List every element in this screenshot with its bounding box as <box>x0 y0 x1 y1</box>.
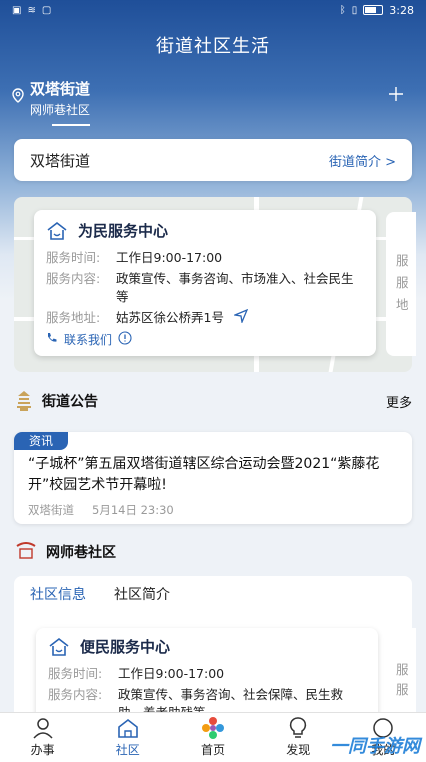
street-card-name: 双塔街道 <box>30 151 91 170</box>
navigate-icon[interactable] <box>232 308 249 328</box>
bluetooth-icon: ᛒ <box>339 4 346 16</box>
community-hours-value: 工作日9:00-17:00 <box>118 666 225 681</box>
street-intro-link[interactable]: 街道简介 > <box>329 151 396 170</box>
community-logo-icon <box>14 540 38 564</box>
notice-date: 5月14日 23:30 <box>92 503 174 517</box>
location-street: 双塔街道 <box>30 80 91 98</box>
nav-tasks[interactable]: 办事 <box>0 713 85 762</box>
vibrate-icon: ▯ <box>351 4 358 16</box>
community-icon <box>116 715 140 741</box>
pagoda-icon <box>14 390 34 412</box>
content-value: 政策宣传、事务咨询、市场准入、社会民生等 <box>116 271 354 304</box>
home-flower-icon <box>200 715 226 741</box>
community-header: 网师巷社区 <box>14 540 412 564</box>
notice-text: “子城杯”第五届双塔街道辖区综合运动会暨2021“紫藤花开”校园艺术节开幕啦! <box>28 456 380 493</box>
location-underline <box>52 124 90 126</box>
contact-us-label: 联系我们 <box>64 333 113 347</box>
status-time: 3:28 <box>389 3 414 17</box>
sim-icon: ▣ <box>12 4 22 16</box>
nav-label: 社区 <box>115 743 140 757</box>
notification-icon: ▢ <box>41 4 52 16</box>
info-icon <box>118 331 132 348</box>
peek-line: 服 <box>396 662 409 677</box>
street-card[interactable]: 双塔街道 街道简介 > <box>14 139 412 181</box>
community-title: 网师巷社区 <box>46 545 116 561</box>
content-label: 服务内容: <box>46 271 101 286</box>
battery-icon <box>363 5 384 15</box>
news-tag: 资讯 <box>14 432 68 450</box>
tab-community-info[interactable]: 社区信息 <box>30 584 86 604</box>
hours-label: 服务时间: <box>46 250 101 265</box>
peek-line: 服 <box>396 682 409 697</box>
notice-card[interactable]: 资讯 “子城杯”第五届双塔街道辖区综合运动会暨2021“紫藤花开”校园艺术节开幕… <box>14 432 412 524</box>
hours-value: 工作日9:00-17:00 <box>116 250 223 265</box>
phone-icon <box>46 332 58 347</box>
community-center-title: 便民服务中心 <box>80 638 171 656</box>
address-value: 姑苏区徐公桥弄1号 <box>116 310 224 325</box>
service-center-card[interactable]: 为民服务中心 服务时间: 工作日9:00-17:00 服务内容: 政策宣传、事务… <box>34 210 376 356</box>
nav-discover[interactable]: 发现 <box>256 713 341 762</box>
contact-us-button[interactable]: 联系我们 <box>46 331 364 348</box>
service-center-icon <box>46 221 68 241</box>
location-community: 网师巷社区 <box>30 103 91 117</box>
lightbulb-icon <box>287 715 309 741</box>
nav-community[interactable]: 社区 <box>85 713 170 762</box>
tab-community-intro[interactable]: 社区简介 <box>114 584 170 604</box>
announcements-header: 街道公告 更多 <box>14 390 412 412</box>
wifi-icon: ≋ <box>27 4 36 16</box>
more-link[interactable]: 更多 <box>386 392 412 411</box>
user-icon <box>31 715 55 741</box>
announcements-title: 街道公告 <box>42 394 98 410</box>
peek-line: 地 <box>396 297 409 312</box>
nav-label: 发现 <box>286 743 311 757</box>
add-location-button[interactable] <box>388 80 404 108</box>
nav-label: 首页 <box>201 743 226 757</box>
community-center-icon <box>48 637 70 657</box>
nav-home[interactable]: 首页 <box>170 713 255 762</box>
peek-line: 服 <box>396 275 409 290</box>
status-bar: ▣ ≋ ▢ ᛒ ▯ 3:28 <box>0 0 426 20</box>
next-service-card-peek[interactable]: 服 服 地 <box>386 212 416 356</box>
location-pin-icon <box>12 88 24 118</box>
community-hours-label: 服务时间: <box>48 666 103 681</box>
nav-label: 办事 <box>30 743 55 757</box>
community-card: 社区信息 社区简介 便民服务中心 服务时间: 工作日9:00-17:00 服务内… <box>14 576 412 726</box>
service-center-title: 为民服务中心 <box>78 222 169 240</box>
location-selector[interactable]: 双塔街道 网师巷社区 <box>12 78 90 118</box>
watermark: 一同手游网 <box>330 736 420 757</box>
peek-line: 服 <box>396 253 409 268</box>
address-label: 服务地址: <box>46 310 101 325</box>
page-title: 街道社区生活 <box>156 36 270 57</box>
notice-source: 双塔街道 <box>28 503 74 517</box>
